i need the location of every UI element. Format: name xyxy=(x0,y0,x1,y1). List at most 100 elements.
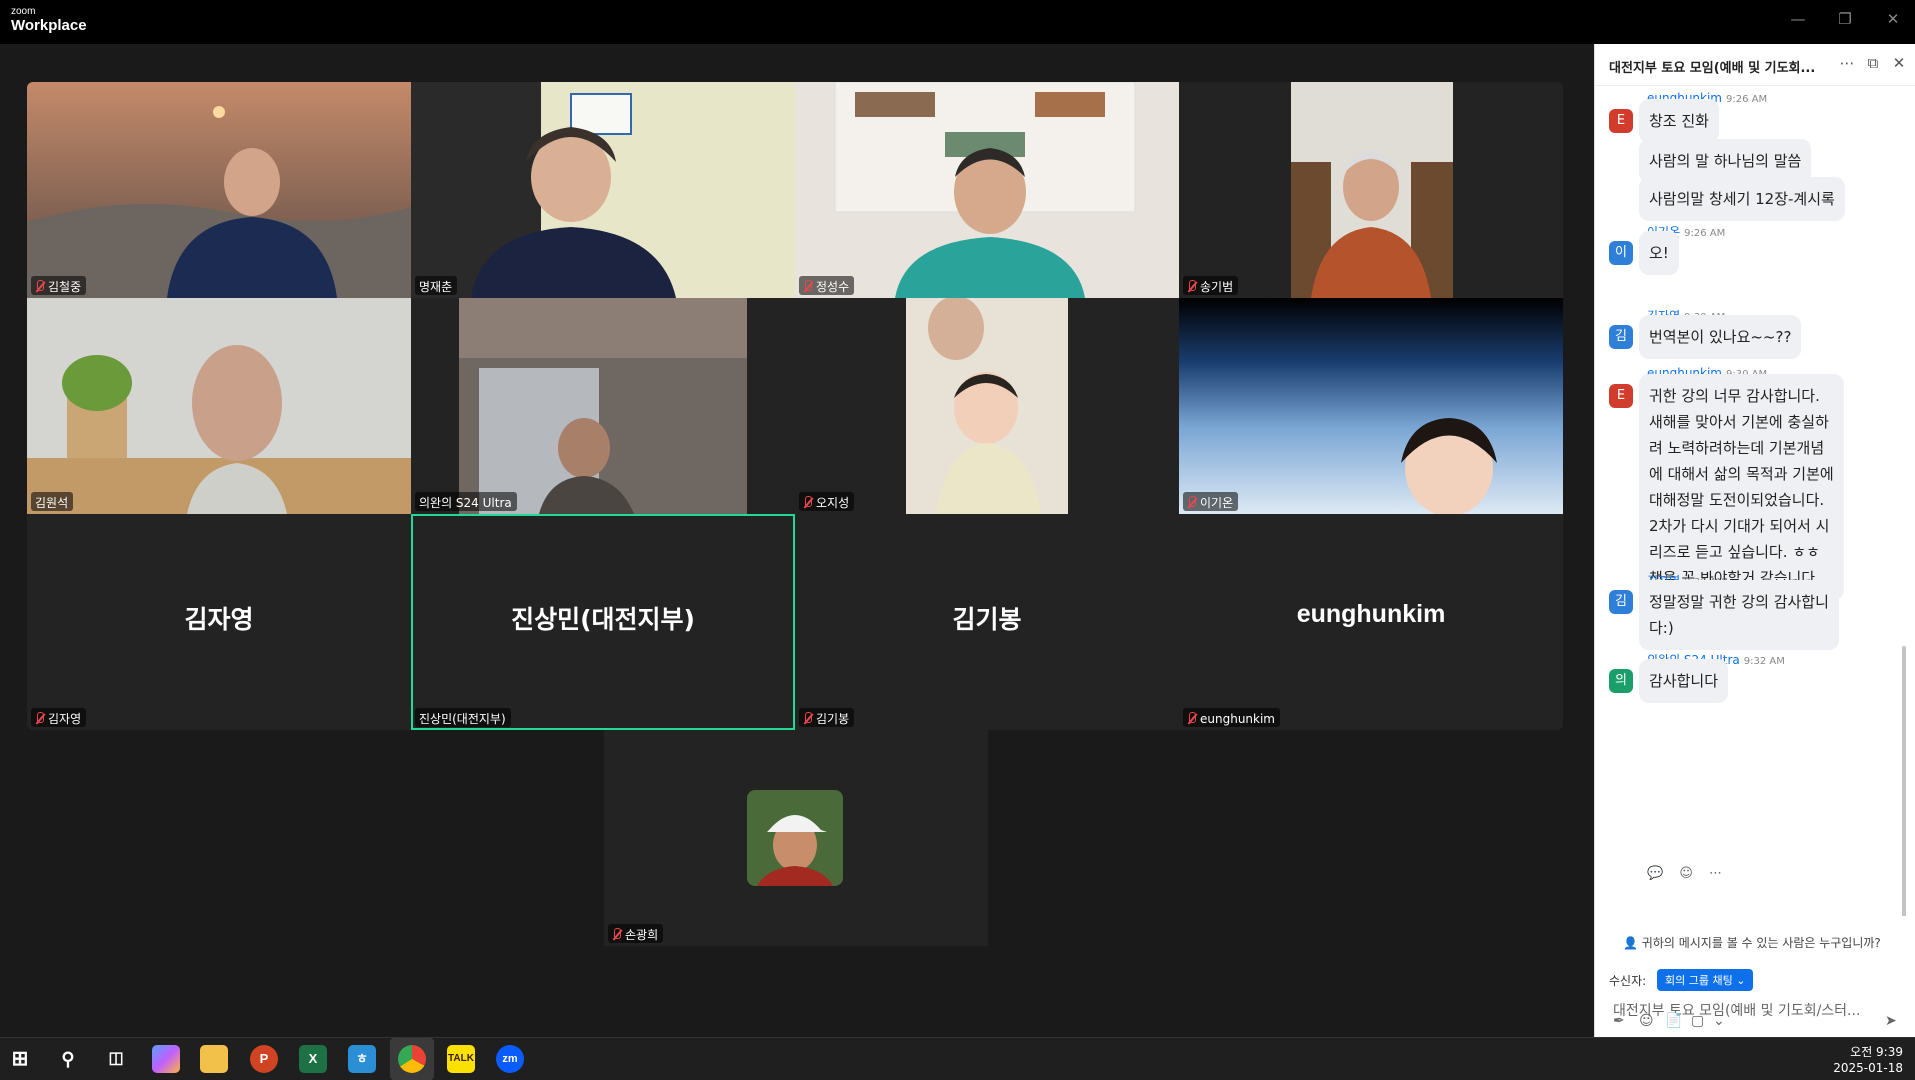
message-list[interactable]: eunghunkim 9:26 AM E 창조 진화 사람의 말 하나님의 말씀 사람의말… xyxy=(1595,86,1909,916)
person-icon: 👤 xyxy=(1623,936,1638,950)
video-tile[interactable]: 손광희 xyxy=(604,730,988,946)
message-bubble[interactable]: 정말정말 귀한 강의 감사합니 다:) xyxy=(1639,580,1839,650)
file-icon[interactable]: 📄 xyxy=(1665,1013,1682,1029)
participant-big-name: 김자영 xyxy=(184,605,254,634)
chrome-icon[interactable] xyxy=(398,1045,426,1073)
mic-muted-icon xyxy=(1187,712,1196,725)
mic-muted-icon xyxy=(1187,280,1196,293)
participant-name-label: 김기봉 xyxy=(799,708,855,727)
participant-video xyxy=(27,82,411,298)
participant-video xyxy=(27,298,411,514)
zoom-logo-small: zoom xyxy=(11,6,36,17)
restore-icon[interactable]: ❐ xyxy=(1830,10,1860,28)
copilot-icon[interactable] xyxy=(152,1045,180,1073)
more-icon[interactable]: ⋯ xyxy=(1837,54,1857,72)
screenshot-icon[interactable]: ▢ xyxy=(1691,1013,1704,1029)
chat-header: 대전지부 토요 모임(예배 및 기도회... ⋯ ⧉ ✕ xyxy=(1595,44,1915,86)
chat-input[interactable]: 대전지부 토요 모임(예배 및 기도회/스터... xyxy=(1613,1000,1903,1020)
participant-name-label: 오지성 xyxy=(799,492,855,511)
video-tile[interactable]: 오지성 xyxy=(795,298,1179,514)
participant-big-name: eunghunkim xyxy=(1296,600,1446,628)
participant-name-label: 김자영 xyxy=(31,708,87,727)
recipient-label: 수신자: xyxy=(1609,974,1647,988)
close-icon[interactable]: ✕ xyxy=(1889,54,1909,72)
kakaotalk-icon[interactable]: TALK xyxy=(447,1045,475,1073)
message-time: 9:32 AM xyxy=(1743,656,1785,667)
participant-name-label: 송기범 xyxy=(1183,276,1239,295)
popout-icon[interactable]: ⧉ xyxy=(1863,54,1883,72)
privacy-notice[interactable]: 👤 귀하의 메시지를 볼 수 있는 사람은 누구입니까? xyxy=(1623,934,1881,951)
format-icon[interactable]: ✒ xyxy=(1613,1013,1625,1029)
video-tile[interactable]: 명재춘 xyxy=(411,82,795,298)
scrollbar[interactable] xyxy=(1902,646,1906,916)
clock-time: 오전 9:39 xyxy=(1850,1045,1903,1059)
avatar[interactable]: 김 xyxy=(1609,325,1633,349)
avatar[interactable]: 김 xyxy=(1609,590,1633,614)
message-bubble[interactable]: 오! xyxy=(1639,231,1679,275)
video-tile[interactable]: 김기봉 김기봉 xyxy=(795,514,1179,730)
windows-start-icon[interactable]: ⊞ xyxy=(6,1045,34,1073)
video-tile[interactable]: 송기범 xyxy=(1179,82,1563,298)
hangul-icon[interactable]: ㅎ xyxy=(348,1045,376,1073)
participant-name-label: 이기온 xyxy=(1183,492,1239,511)
message-actions[interactable]: 💬 ☺ ⋯ xyxy=(1647,866,1728,881)
task-view-icon[interactable]: ◫ xyxy=(102,1045,130,1073)
chevron-down-icon[interactable]: ⌄ xyxy=(1713,1013,1725,1029)
message-bubble[interactable]: 귀한 강의 너무 감사합니다. 새해를 맞아서 기본에 충실하 려 노력하려하는… xyxy=(1639,374,1844,600)
video-tile[interactable]: 정성수 xyxy=(795,82,1179,298)
search-icon[interactable]: ⚲ xyxy=(54,1045,82,1073)
video-tile[interactable]: 김자영 김자영 xyxy=(27,514,411,730)
emoji-icon[interactable]: ☺ xyxy=(1639,1013,1654,1029)
participant-big-name: 김기봉 xyxy=(952,605,1022,634)
participant-video xyxy=(459,298,747,514)
participant-name-label: 김원석 xyxy=(31,492,74,511)
message-time: 9:26 AM xyxy=(1684,228,1726,239)
video-tile[interactable]: 이기온 xyxy=(1179,298,1563,514)
mic-muted-icon xyxy=(803,712,812,725)
participant-video xyxy=(1291,82,1453,298)
zoom-icon[interactable]: zm xyxy=(496,1045,524,1073)
mic-muted-icon xyxy=(803,280,812,293)
chat-panel: 대전지부 토요 모임(예배 및 기도회... ⋯ ⧉ ✕ eunghunkim 9… xyxy=(1594,44,1915,1037)
avatar[interactable]: E xyxy=(1609,109,1633,133)
participant-avatar-photo xyxy=(747,790,843,886)
chevron-down-icon: ⌄ xyxy=(1736,974,1746,987)
zoom-logo-workplace: Workplace xyxy=(11,17,87,34)
participant-name-label: 손광희 xyxy=(608,924,664,943)
mic-muted-icon xyxy=(1187,496,1196,509)
powerpoint-icon[interactable]: P xyxy=(250,1045,278,1073)
participant-name-label: 김철중 xyxy=(31,276,87,295)
participant-name-label: eunghunkim xyxy=(1183,708,1280,727)
video-tile[interactable]: 의완의 S24 Ultra xyxy=(411,298,795,514)
participant-name-label: 진상민(대전지부) xyxy=(415,708,511,727)
mic-muted-icon xyxy=(35,712,44,725)
file-explorer-icon[interactable] xyxy=(200,1045,228,1073)
system-clock[interactable]: 오전 9:39 2025-01-18 xyxy=(1833,1044,1903,1076)
recipient-dropdown[interactable]: 회의 그룹 채팅 ⌄ xyxy=(1657,969,1754,991)
mic-muted-icon xyxy=(803,496,812,509)
message-bubble[interactable]: 창조 진화 xyxy=(1639,99,1719,143)
message-bubble[interactable]: 사람의말 창세기 12장-계시록 xyxy=(1639,177,1845,221)
participant-name-label: 의완의 S24 Ultra xyxy=(415,492,517,511)
excel-icon[interactable]: X xyxy=(299,1045,327,1073)
gallery-grid: 김철중 명재춘 정성수 송기범 김원석 의완의 S24 Ultra 오지성 이기… xyxy=(27,82,1563,730)
participant-video xyxy=(906,298,1068,514)
participant-big-name: 진상민(대전지부) xyxy=(511,605,695,634)
video-tile[interactable]: 김원석 xyxy=(27,298,411,514)
avatar[interactable]: E xyxy=(1609,384,1633,408)
video-tile[interactable]: eunghunkim eunghunkim xyxy=(1179,514,1563,730)
mic-muted-icon xyxy=(612,928,621,941)
message-bubble[interactable]: 번역본이 있나요~~?? xyxy=(1639,315,1802,359)
participant-video xyxy=(1179,298,1563,514)
mic-muted-icon xyxy=(35,280,44,293)
active-speaker-tile[interactable]: 진상민(대전지부) 진상민(대전지부) xyxy=(411,514,795,730)
avatar[interactable]: 의 xyxy=(1609,669,1633,693)
avatar[interactable]: 이 xyxy=(1609,241,1633,265)
participant-video xyxy=(795,82,1179,298)
message-bubble[interactable]: 감사합니다 xyxy=(1639,659,1729,703)
video-tile[interactable]: 김철중 xyxy=(27,82,411,298)
send-icon[interactable]: ➤ xyxy=(1885,1013,1897,1029)
window-close-icon[interactable]: ✕ xyxy=(1878,10,1908,28)
chat-title: 대전지부 토요 모임(예배 및 기도회... xyxy=(1609,61,1816,76)
minimize-icon[interactable]: — xyxy=(1783,10,1813,28)
